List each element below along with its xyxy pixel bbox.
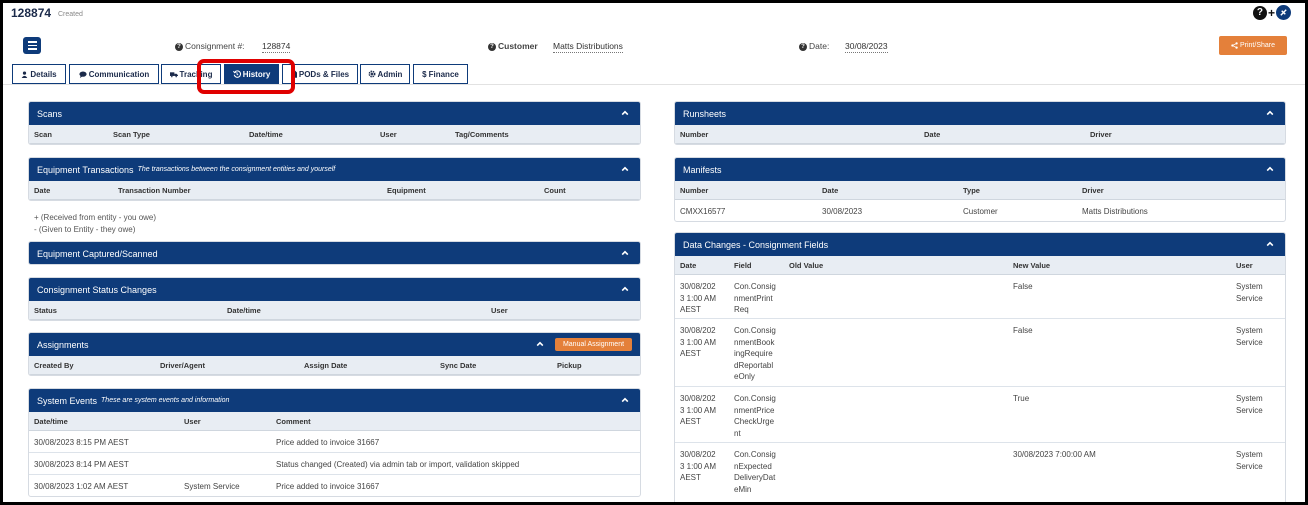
help-icon[interactable]: ? [1252,5,1267,20]
panel-title: System Events [37,395,98,406]
share-icon [1231,42,1238,49]
given-note: - (Given to Entity - they owe) [34,225,136,234]
table-header: Date Field Old Value New Value User [675,256,1285,275]
tab-communication[interactable]: Communication [69,64,159,84]
consignment-field-label: ? Consignment #: [175,41,245,51]
hamburger-menu-button[interactable] [23,37,41,54]
panel-title: Data Changes - Consignment Fields [683,239,829,250]
panel-header: System Events These are system events an… [29,389,640,412]
panel-header: Assignments Manual Assignment [29,333,640,356]
chevron-up-icon[interactable] [1266,109,1274,117]
equipment-transactions-panel: Equipment Transactions The transactions … [28,157,641,201]
table-row: 30/08/202 3 1:00 AM AEST Con.Consig nExp… [680,450,1263,494]
panel-title: Equipment Captured/Scanned [37,248,158,259]
chevron-up-icon[interactable] [621,109,629,117]
consignment-number-title: 128874 [11,6,52,20]
chevron-up-icon[interactable] [621,396,629,404]
chevron-up-icon[interactable] [1266,240,1274,248]
top-right-icons: ? + [1252,5,1291,20]
scans-panel: Scans Scan Scan Type Date/time User Tag/… [28,101,641,145]
chevron-up-icon[interactable] [1266,165,1274,173]
table-header: Number Date Type Driver [675,181,1285,200]
table-row: CMXX16577 30/08/2023 Customer Matts Dist… [680,207,1148,216]
data-changes-panel: Data Changes - Consignment Fields Date F… [674,232,1286,502]
help-icon: ? [799,43,807,51]
equipment-captured-panel: Equipment Captured/Scanned [28,241,641,265]
table-header: Scan Scan Type Date/time User Tag/Commen… [29,125,640,144]
panel-header: Equipment Captured/Scanned [29,242,640,264]
consignment-field-value[interactable]: 128874 [262,41,291,53]
help-icon: ? [175,43,183,51]
history-tab-highlight [197,59,295,94]
dollar-icon: $ [422,69,427,79]
panel-title: Manifests [683,164,722,175]
table-header: Date Transaction Number Equipment Count [29,181,640,200]
manifests-panel: Manifests Number Date Type Driver CMXX16… [674,157,1286,222]
chevron-up-icon[interactable] [621,249,629,257]
user-icon [22,70,28,78]
panel-title: Equipment Transactions [37,164,134,175]
table-row: 30/08/2023 8:15 PM AEST Price added to i… [29,431,640,453]
tag-icon[interactable] [1276,5,1291,20]
date-field-value[interactable]: 30/08/2023 [845,41,888,53]
panel-header: Scans [29,102,640,125]
tab-finance[interactable]: $ Finance [413,64,468,84]
table-header: Status Date/time User [29,301,640,320]
panel-title: Consignment Status Changes [37,284,157,295]
manual-assignment-button[interactable]: Manual Assignment [555,338,632,351]
truck-icon [169,71,178,77]
table-row: 30/08/202 3 1:00 AM AEST Con.Consig nmen… [675,275,1285,319]
table-row: 30/08/2023 8:14 PM AEST Status changed (… [29,453,640,475]
consignment-status-label: Created [58,11,83,18]
panel-title: Runsheets [683,108,727,119]
customer-field-label: ? Customer [488,41,538,51]
panel-header: Runsheets [675,102,1285,125]
customer-field-value[interactable]: Matts Distributions [553,41,623,53]
panel-title: Assignments [37,339,89,350]
table-row: 30/08/202 3 1:00 AM AEST Con.Consig nmen… [675,387,1285,443]
gear-icon [368,70,375,78]
panel-subtitle: The transactions between the consignment… [137,166,336,173]
table-header: Number Date Driver [675,125,1285,144]
tab-details[interactable]: Details [12,64,66,84]
panel-subtitle: These are system events and information [101,397,230,404]
runsheets-panel: Runsheets Number Date Driver [674,101,1286,145]
received-note: + (Received from entity - you owe) [34,213,157,222]
assignments-panel: Assignments Manual Assignment Created By… [28,332,641,376]
table-row: 30/08/202 3 1:00 AM AEST Con.Consig nmen… [675,319,1285,387]
panel-title: Scans [37,108,63,119]
table-header: Created By Driver/Agent Assign Date Sync… [29,356,640,375]
status-changes-panel: Consignment Status Changes Status Date/t… [28,277,641,321]
system-events-panel: System Events These are system events an… [28,388,641,497]
chat-icon [79,70,87,78]
panel-header: Manifests [675,158,1285,181]
table-row: 30/08/2023 1:02 AM AEST System Service P… [34,482,380,491]
help-icon: ? [488,43,496,51]
app-frame: 128874 Created ? + ? Consignment #: 12887… [3,3,1305,502]
chevron-up-icon[interactable] [621,285,629,293]
print-share-button[interactable]: Print/Share [1219,36,1287,55]
chevron-up-icon[interactable] [621,165,629,173]
panel-header: Equipment Transactions The transactions … [29,158,640,181]
print-share-label: Print/Share [1239,42,1276,49]
plus-icon[interactable]: + [1268,6,1275,20]
tab-admin[interactable]: Admin [360,64,410,84]
date-field-label: ? Date: [799,41,829,51]
chevron-up-icon[interactable] [536,340,544,348]
table-header: Date/time User Comment [29,412,640,431]
panel-header: Consignment Status Changes [29,278,640,301]
panel-header: Data Changes - Consignment Fields [675,233,1285,256]
consignment-header: 128874 Created ? + ? Consignment #: 12887… [3,3,1305,94]
